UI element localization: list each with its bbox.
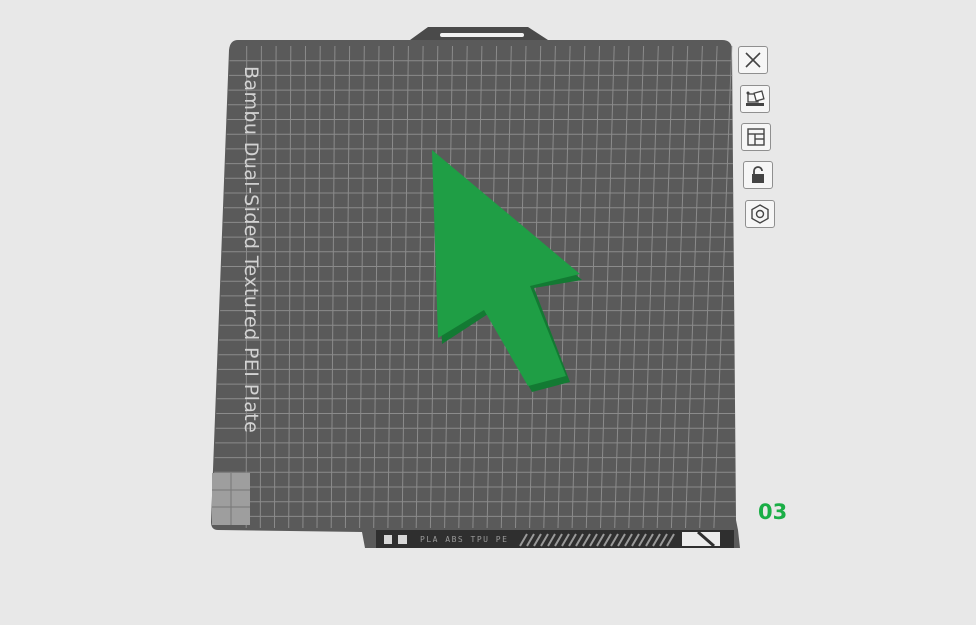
close-icon — [745, 52, 761, 68]
close-button[interactable] — [738, 46, 768, 74]
layout-button[interactable] — [741, 123, 771, 151]
plate-number: 03 — [758, 500, 788, 524]
filament-strip-text: PLA ABS TPU PE — [420, 535, 509, 544]
plate-handle-slot — [440, 33, 524, 37]
strip-logo-2 — [398, 535, 407, 544]
settings-button[interactable] — [745, 200, 775, 228]
layout-icon — [747, 128, 765, 146]
strip-logo-1 — [384, 535, 392, 544]
bed-type-label: Bambu Dual-Sided Textured PEI Plate — [240, 66, 262, 434]
hex-settings-icon — [751, 204, 769, 224]
auto-arrange-icon — [746, 90, 765, 106]
3d-viewport[interactable]: Bambu Dual-Sided Textured PEI Plate PLA … — [0, 0, 976, 625]
lock-icon — [752, 166, 764, 183]
build-plate-scene — [211, 27, 740, 548]
lock-button[interactable] — [743, 161, 773, 189]
arrange-button[interactable] — [740, 85, 770, 113]
